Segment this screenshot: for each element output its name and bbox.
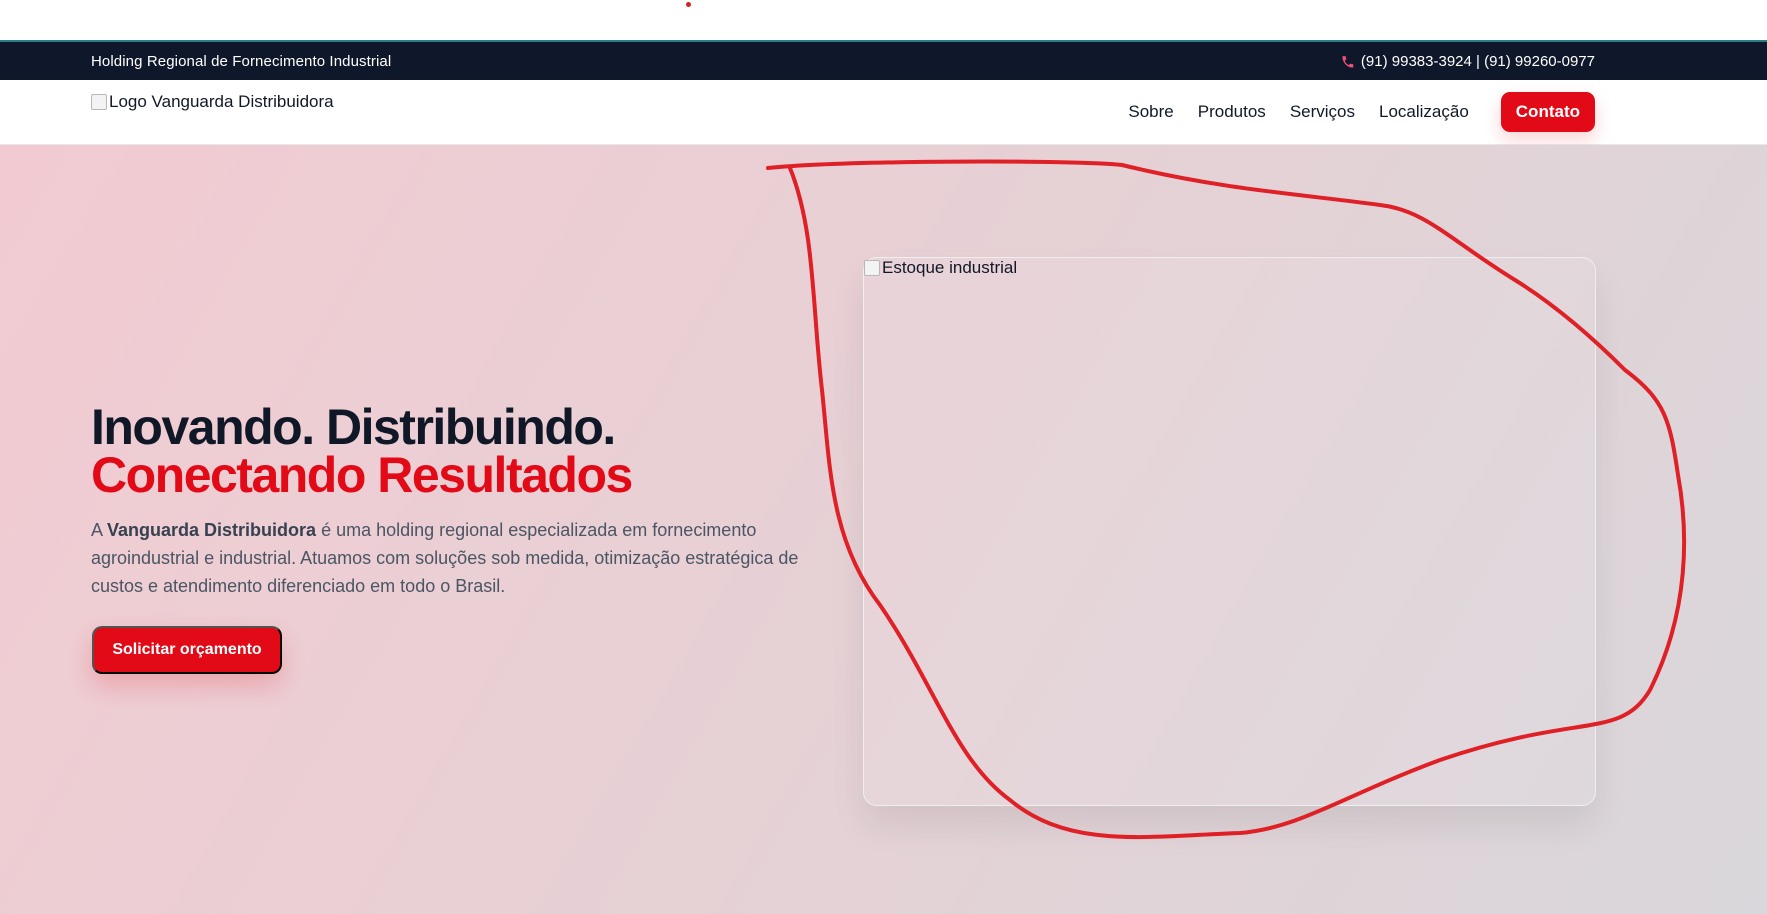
industrial-stock-image: Estoque industrial xyxy=(864,258,1017,278)
company-name: Vanguarda Distribuidora xyxy=(107,520,317,540)
hero-description: A Vanguarda Distribuidora é uma holding … xyxy=(91,516,831,600)
nav-link-about[interactable]: Sobre xyxy=(1128,102,1173,122)
main-navbar: Logo Vanguarda Distribuidora Sobre Produ… xyxy=(0,80,1767,145)
top-info-bar: Holding Regional de Fornecimento Industr… xyxy=(0,42,1767,80)
phone-icon xyxy=(1342,55,1354,68)
red-dot-mark xyxy=(686,2,691,7)
browser-top-area xyxy=(0,0,1767,42)
hero-title-line-2: Conectando Resultados xyxy=(91,447,633,503)
industrial-stock-image-card: Estoque industrial xyxy=(863,257,1596,806)
broken-image-icon xyxy=(864,260,880,276)
description-prefix: A xyxy=(91,520,108,540)
hero-section: Inovando. Distribuindo. Conectando Resul… xyxy=(0,145,1767,914)
request-quote-button[interactable]: Solicitar orçamento xyxy=(92,626,282,674)
topbar-tagline: Holding Regional de Fornecimento Industr… xyxy=(91,53,392,70)
phone-numbers: (91) 99383-3924 | (91) 99260-0977 xyxy=(1360,53,1595,70)
contact-button[interactable]: Contato xyxy=(1500,92,1595,132)
image-alt-text: Estoque industrial xyxy=(882,258,1018,277)
hero-title: Inovando. Distribuindo. Conectando Resul… xyxy=(91,399,633,503)
broken-image-icon xyxy=(91,94,107,110)
topbar-phone: (91) 99383-3924 | (91) 99260-0977 xyxy=(1341,53,1595,70)
nav-link-products[interactable]: Produtos xyxy=(1198,102,1266,122)
nav-link-services[interactable]: Serviços xyxy=(1290,102,1355,122)
logo-alt-text: Logo Vanguarda Distribuidora xyxy=(109,92,334,111)
hero-title-line-1: Inovando. Distribuindo. xyxy=(91,399,616,455)
main-navigation: Sobre Produtos Serviços Localização Cont… xyxy=(1128,92,1595,132)
company-logo[interactable]: Logo Vanguarda Distribuidora xyxy=(91,92,334,112)
nav-link-location[interactable]: Localização xyxy=(1379,102,1469,122)
